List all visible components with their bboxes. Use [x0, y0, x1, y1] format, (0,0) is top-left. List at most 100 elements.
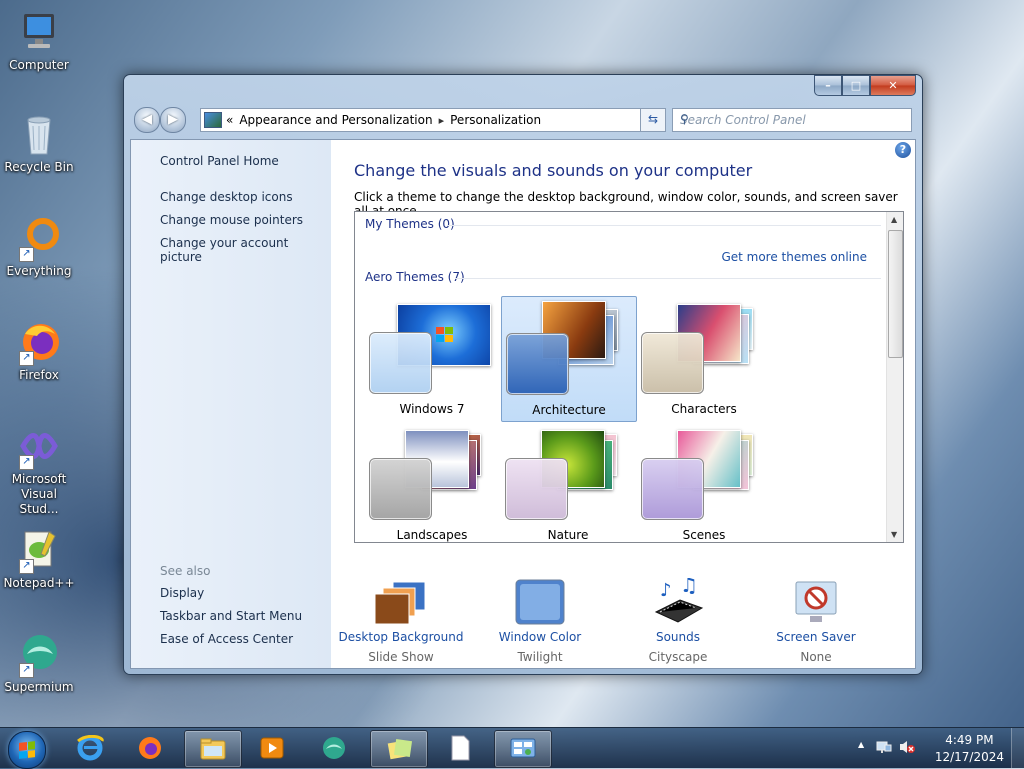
taskbar-file-explorer[interactable]	[184, 730, 242, 768]
ease-of-access-link[interactable]: Ease of Access Center	[160, 632, 293, 646]
address-overflow-chevron[interactable]: «	[226, 113, 233, 127]
desktop-icon-firefox[interactable]: ↗ Firefox	[2, 318, 76, 383]
desktop-icon-label: Recycle Bin	[4, 160, 74, 174]
minimize-button[interactable]: –	[814, 75, 842, 96]
supermium-icon	[320, 735, 348, 761]
screen-saver-setting[interactable]: Screen Saver None	[746, 578, 886, 664]
desktop-icon-notepadpp[interactable]: ↗ Notepad++	[2, 526, 76, 591]
forward-button[interactable]: ▶	[160, 107, 186, 133]
theme-color-swatch	[506, 333, 569, 395]
internet-explorer-icon	[76, 734, 104, 761]
theme-color-swatch	[505, 458, 568, 520]
desktop-icon-label: Supermium	[4, 680, 74, 694]
network-icon[interactable]	[876, 739, 892, 758]
get-more-themes-link[interactable]: Get more themes online	[721, 250, 867, 264]
volume-muted-icon[interactable]	[898, 739, 916, 758]
breadcrumb-separator[interactable]: ▸	[439, 114, 445, 127]
personalization-window: – □ ✕ ◀ ▶ « Appearance and Personalizati…	[123, 74, 923, 675]
desktop-icon-visual-studio[interactable]: ↗ Microsoft Visual Stud...	[2, 422, 76, 517]
theme-landscapes[interactable]: Landscapes	[365, 422, 499, 542]
theme-label: Windows 7	[399, 402, 465, 416]
taskbar-media-player[interactable]	[244, 730, 300, 766]
setting-name[interactable]: Screen Saver	[746, 630, 886, 644]
taskbar-supermium[interactable]	[306, 730, 362, 766]
theme-color-swatch	[369, 332, 432, 394]
theme-label: Architecture	[532, 403, 606, 417]
shortcut-arrow-icon: ↗	[19, 247, 34, 262]
theme-nature[interactable]: Nature	[501, 422, 635, 542]
close-button[interactable]: ✕	[870, 75, 916, 96]
sounds-setting[interactable]: ♪ ♫ Sounds Cityscape	[608, 573, 748, 664]
everything-icon: ↗	[15, 214, 63, 262]
clock[interactable]: 4:49 PM 12/17/2024	[935, 732, 1004, 766]
setting-name[interactable]: Sounds	[608, 630, 748, 644]
desktop-icon-everything[interactable]: ↗ Everything	[2, 214, 76, 279]
scroll-down-icon[interactable]: ▼	[891, 530, 897, 539]
windows-logo-icon	[19, 741, 35, 759]
change-account-picture-link[interactable]: Change your account picture	[160, 236, 331, 264]
scroll-thumb[interactable]	[888, 230, 903, 358]
my-themes-heading[interactable]: My Themes (0)	[365, 217, 455, 231]
refresh-button[interactable]: ⇆	[640, 108, 666, 132]
theme-list-scrollbar[interactable]: ▲ ▼	[886, 212, 903, 542]
theme-characters[interactable]: Characters	[637, 296, 771, 420]
taskbar-internet-explorer[interactable]	[62, 730, 118, 766]
theme-label: Characters	[671, 402, 737, 416]
theme-label: Nature	[547, 528, 589, 542]
change-desktop-icons-link[interactable]: Change desktop icons	[160, 190, 293, 204]
control-panel-home-link[interactable]: Control Panel Home	[160, 154, 279, 168]
shortcut-arrow-icon: ↗	[19, 663, 34, 678]
show-desktop-button[interactable]	[1011, 728, 1024, 768]
setting-name[interactable]: Desktop Background	[331, 630, 471, 644]
taskbar-notepad[interactable]	[432, 730, 488, 766]
taskbar-control-panel[interactable]	[494, 730, 552, 768]
desktop-icon-label: Microsoft Visual Stud...	[11, 472, 67, 516]
search-box[interactable]: Search Control Panel ⚲	[672, 108, 912, 132]
back-button[interactable]: ◀	[134, 107, 160, 133]
divider	[447, 225, 881, 226]
window-controls: – □ ✕	[814, 75, 916, 96]
desktop-background-setting[interactable]: Desktop Background Slide Show	[331, 578, 471, 664]
help-icon[interactable]: ?	[895, 142, 911, 158]
search-icon[interactable]: ⚲	[680, 112, 906, 126]
start-button[interactable]	[8, 731, 46, 769]
desktop-icon-recycle-bin[interactable]: Recycle Bin	[2, 110, 76, 175]
aero-themes-heading[interactable]: Aero Themes (7)	[365, 270, 465, 284]
setting-value: None	[800, 650, 832, 664]
theme-windows-7[interactable]: Windows 7	[365, 296, 499, 420]
setting-name[interactable]: Window Color	[470, 630, 610, 644]
taskbar-start-menu-link[interactable]: Taskbar and Start Menu	[160, 609, 302, 623]
change-mouse-pointers-link[interactable]: Change mouse pointers	[160, 213, 303, 227]
notepadpp-icon: ↗	[15, 526, 63, 574]
breadcrumb-appearance[interactable]: Appearance and Personalization	[239, 113, 432, 127]
control-panel-icon	[204, 112, 222, 128]
blank-document-icon	[446, 735, 474, 761]
theme-architecture[interactable]: Architecture	[501, 296, 637, 422]
screen-saver-icon	[788, 578, 844, 626]
shortcut-arrow-icon: ↗	[19, 351, 34, 366]
desktop-icon-supermium[interactable]: ↗ Supermium	[2, 630, 76, 695]
recycle-bin-icon	[15, 110, 63, 158]
taskbar-sticky-notes[interactable]	[370, 730, 428, 768]
breadcrumb-personalization[interactable]: Personalization	[450, 113, 541, 127]
navigation-bar: ◀ ▶ « Appearance and Personalization ▸ P…	[132, 105, 914, 133]
sounds-icon: ♪ ♫	[650, 573, 706, 626]
display-link[interactable]: Display	[160, 586, 204, 600]
see-also-heading: See also	[160, 564, 211, 578]
desktop-icon-computer[interactable]: Computer	[2, 8, 76, 73]
desktop-icon-label: Everything	[6, 264, 72, 278]
address-bar[interactable]: « Appearance and Personalization ▸ Perso…	[200, 108, 666, 132]
svg-text:♫: ♫	[680, 578, 698, 597]
scroll-up-icon[interactable]: ▲	[891, 215, 897, 224]
theme-scenes[interactable]: Scenes	[637, 422, 771, 542]
divider	[455, 278, 881, 279]
show-hidden-icons-arrow[interactable]: ▲	[858, 740, 864, 749]
supermium-icon: ↗	[15, 630, 63, 678]
taskbar: ▲ 4:49 PM 12/17/2024	[0, 727, 1024, 769]
maximize-button[interactable]: □	[842, 75, 870, 96]
theme-label: Landscapes	[396, 528, 468, 542]
window-color-setting[interactable]: Window Color Twilight	[470, 578, 610, 664]
theme-label: Scenes	[682, 528, 726, 542]
taskbar-firefox[interactable]	[122, 730, 178, 766]
theme-settings-row: Desktop Background Slide Show Window Col…	[331, 573, 915, 668]
